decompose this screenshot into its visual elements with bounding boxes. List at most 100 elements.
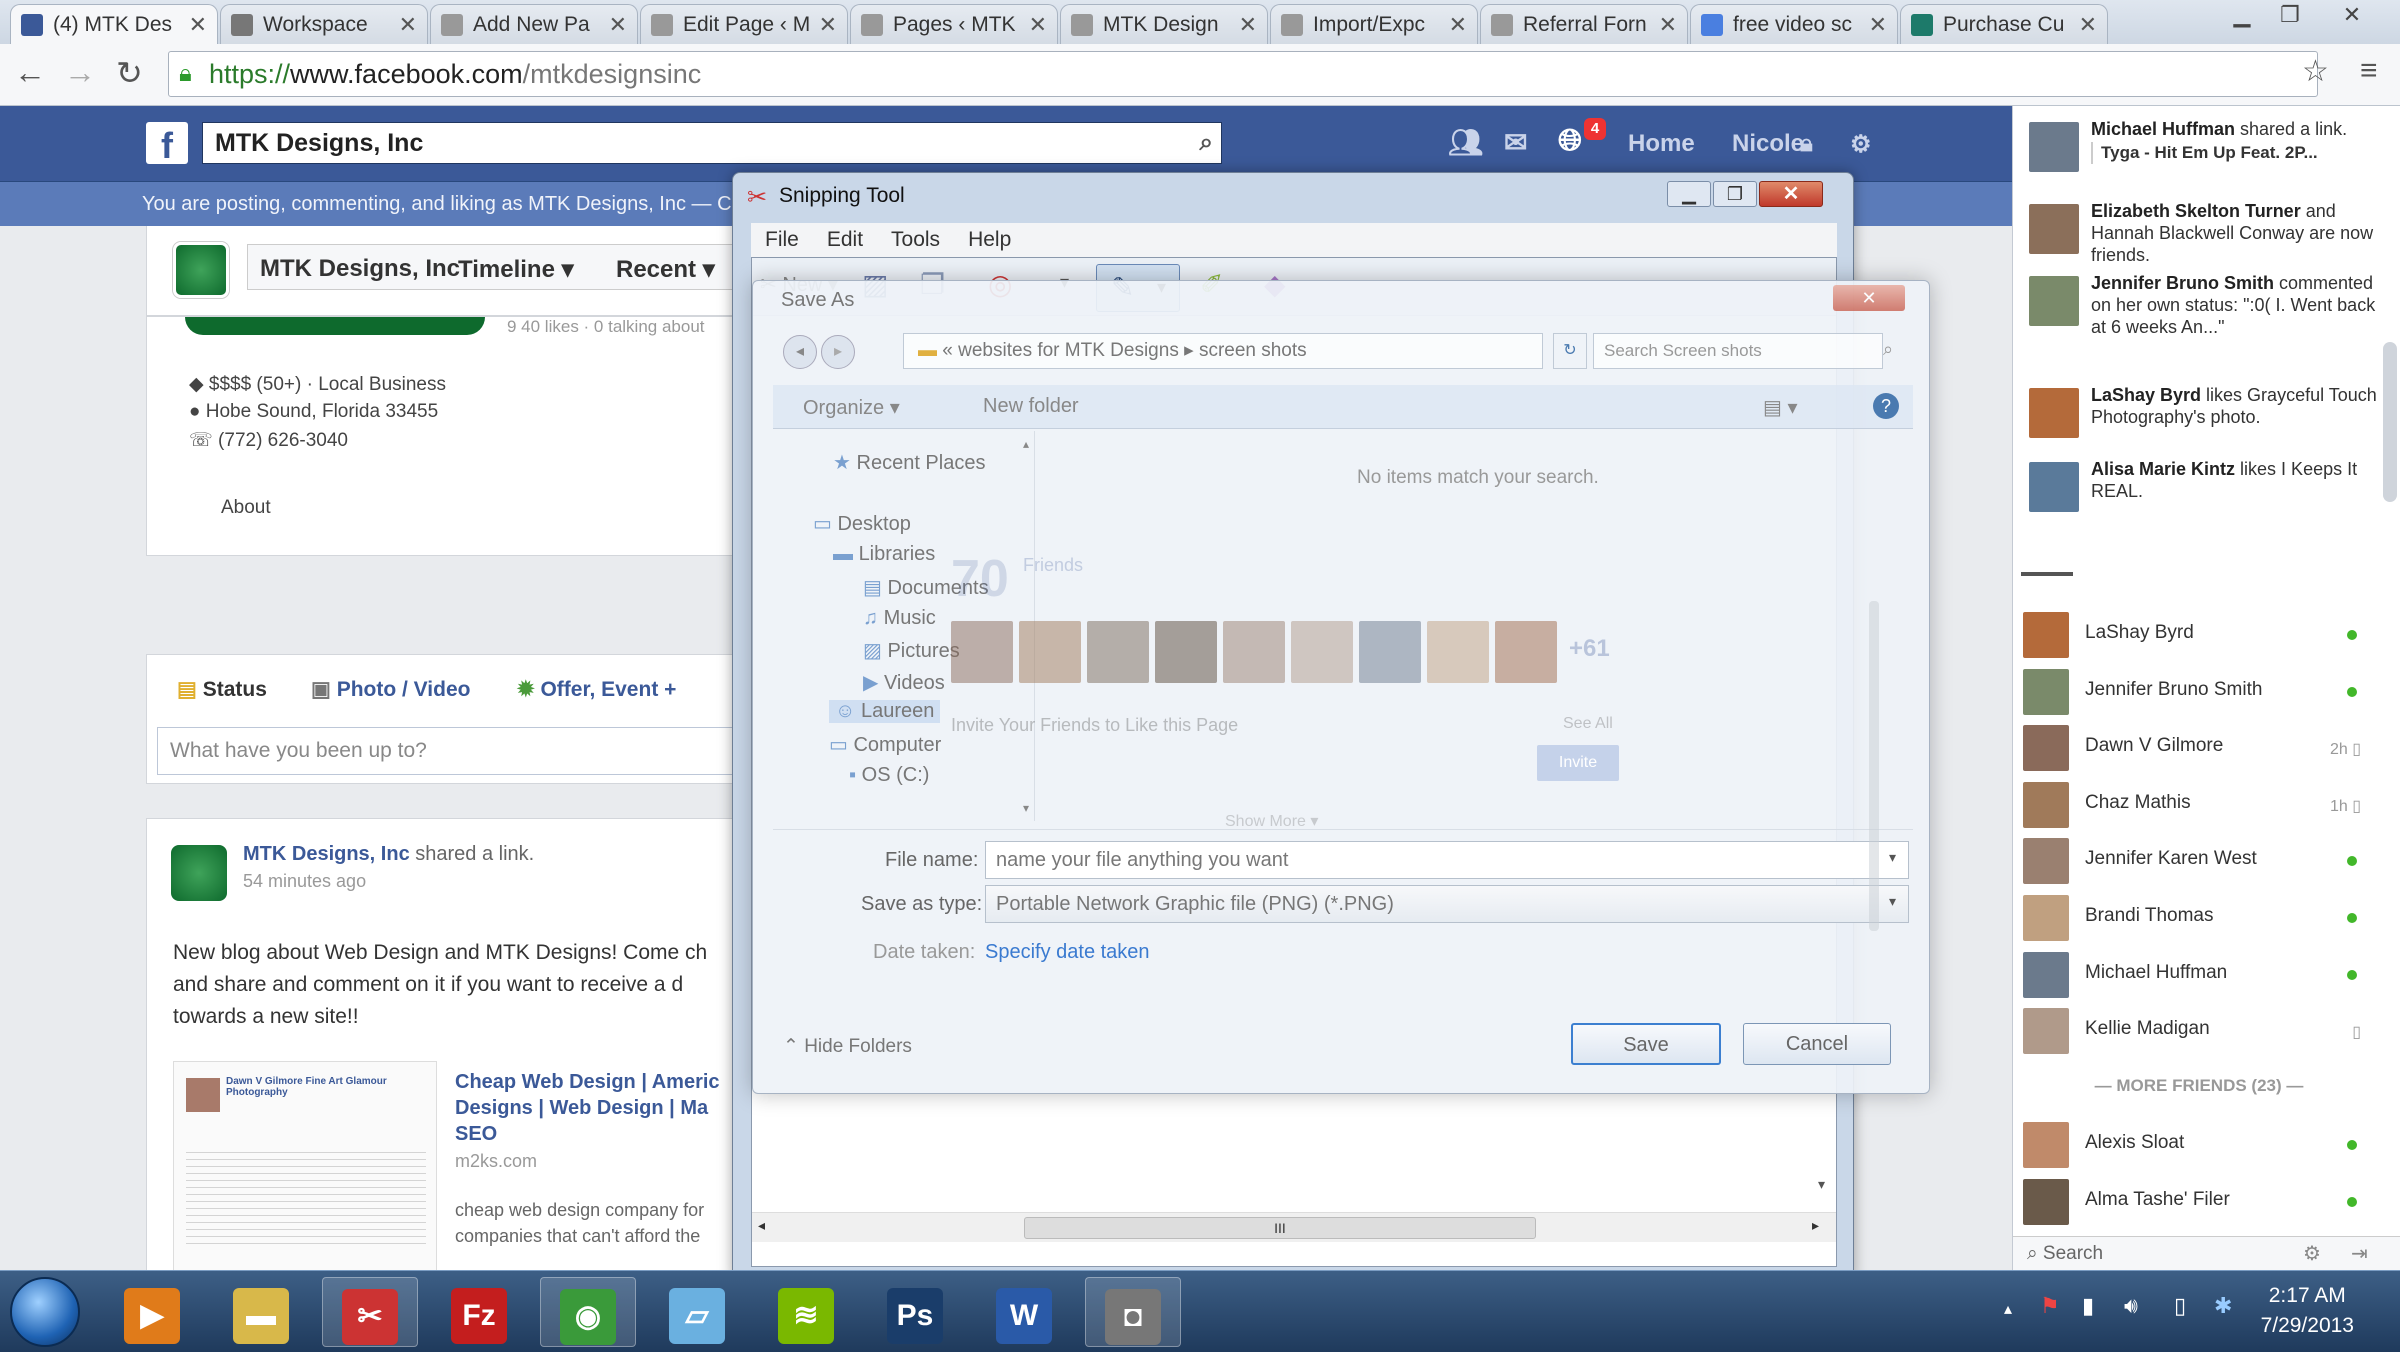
dialog-forward-button[interactable]: ▸ bbox=[821, 335, 855, 369]
link-title[interactable]: Cheap Web Design | Americ Designs | Web … bbox=[455, 1069, 745, 1147]
browser-tab[interactable]: (4) MTK Des ✕ bbox=[10, 4, 218, 44]
spotify-icon[interactable]: ≋ bbox=[758, 1277, 854, 1347]
bookmark-star-icon[interactable]: ☆ bbox=[2302, 54, 2329, 89]
post-author-link[interactable]: MTK Designs, Inc bbox=[243, 843, 410, 865]
post-author-avatar[interactable] bbox=[171, 845, 227, 901]
tree-item-pictures[interactable]: ▨ Pictures bbox=[863, 638, 960, 663]
browser-tab[interactable]: Purchase Cu ✕ bbox=[1900, 4, 2108, 44]
action-center-flag-icon[interactable]: ⚑ bbox=[2040, 1293, 2060, 1319]
browser-tab[interactable]: Import/Expc ✕ bbox=[1270, 4, 1478, 44]
search-icon[interactable]: ⌕ bbox=[1200, 123, 1213, 163]
help-icon[interactable]: ? bbox=[1873, 393, 1899, 419]
chat-search-input[interactable]: ⌕ Search bbox=[2027, 1243, 2103, 1265]
photoshop-icon[interactable]: Ps bbox=[867, 1277, 963, 1347]
tree-scroll-down-icon[interactable]: ▾ bbox=[1023, 801, 1029, 815]
post-time[interactable]: 54 minutes ago bbox=[243, 871, 366, 892]
chat-friend[interactable]: Chaz Mathis 1h ▯ bbox=[2013, 776, 2373, 832]
bluetooth-icon[interactable]: ✱ bbox=[2214, 1293, 2232, 1319]
file-name-dropdown-icon[interactable]: ▾ bbox=[1889, 849, 1896, 866]
browser-tab[interactable]: Workspace ✕ bbox=[220, 4, 428, 44]
menu-tools[interactable]: Tools bbox=[891, 228, 940, 251]
filezilla-icon[interactable]: Fz bbox=[431, 1277, 527, 1347]
dialog-close-button[interactable]: ✕ bbox=[1833, 285, 1905, 311]
chat-friend[interactable]: Alma Tashe' Filer bbox=[2013, 1173, 2373, 1229]
network-icon[interactable]: ▮ bbox=[2082, 1293, 2094, 1319]
chat-friend[interactable]: Brandi Thomas bbox=[2013, 889, 2373, 945]
date-taken-link[interactable]: Specify date taken bbox=[985, 941, 1150, 964]
link-thumbnail[interactable]: Dawn V Gilmore Fine Art Glamour Photogra… bbox=[173, 1061, 437, 1271]
ticker-name[interactable]: Alisa Marie Kintz bbox=[2091, 459, 2235, 479]
ticker-avatar[interactable] bbox=[2029, 462, 2079, 512]
browser-tab[interactable]: Pages ‹ MTK ✕ bbox=[850, 4, 1058, 44]
recent-dropdown[interactable]: Recent ▾ bbox=[616, 255, 715, 284]
path-segment-websites[interactable]: websites for MTK Designs bbox=[958, 340, 1179, 361]
messages-icon[interactable]: ✉ bbox=[1504, 126, 1527, 159]
settings-gear-icon[interactable]: ⚙ bbox=[1850, 130, 1872, 159]
chat-friend[interactable]: Jennifer Bruno Smith bbox=[2013, 663, 2373, 719]
chat-friend[interactable]: Dawn V Gilmore 2h ▯ bbox=[2013, 719, 2373, 775]
page-avatar[interactable] bbox=[173, 242, 229, 298]
ticker-name[interactable]: Elizabeth Skelton Turner bbox=[2091, 201, 2301, 221]
save-button[interactable]: Save bbox=[1571, 1023, 1721, 1065]
close-tab-icon[interactable]: ✕ bbox=[399, 12, 417, 38]
nav-home-link[interactable]: Home bbox=[1628, 130, 1695, 158]
close-tab-icon[interactable]: ✕ bbox=[189, 12, 207, 38]
close-tab-icon[interactable]: ✕ bbox=[1239, 12, 1257, 38]
close-tab-icon[interactable]: ✕ bbox=[819, 12, 837, 38]
chat-friend[interactable]: Michael Huffman bbox=[2013, 946, 2373, 1002]
save-type-dropdown-icon[interactable]: ▾ bbox=[1889, 893, 1896, 910]
tree-scroll-up-icon[interactable]: ▴ bbox=[1023, 437, 1029, 451]
start-button[interactable] bbox=[10, 1277, 80, 1347]
maximize-window-button[interactable]: ❐ bbox=[2268, 2, 2312, 28]
status-tab[interactable]: ▤ Status bbox=[177, 677, 267, 702]
scroll-left-arrow-icon[interactable]: ◂ bbox=[758, 1217, 765, 1234]
close-tab-icon[interactable]: ✕ bbox=[1659, 12, 1677, 38]
menu-icon[interactable]: ≡ bbox=[2360, 54, 2378, 88]
offer-event-tab[interactable]: ✹ Offer, Event + bbox=[517, 677, 676, 702]
browser-tab[interactable]: free video sc ✕ bbox=[1690, 4, 1898, 44]
dialog-search-input[interactable]: Search Screen shots bbox=[1593, 333, 1883, 369]
tree-item-computer[interactable]: ▭ Computer bbox=[829, 732, 941, 757]
explorer-icon[interactable]: ▬ bbox=[213, 1277, 309, 1347]
browser-tab[interactable]: Add New Pa ✕ bbox=[430, 4, 638, 44]
browser-tab[interactable]: Edit Page ‹ M ✕ bbox=[640, 4, 848, 44]
ticker-name[interactable]: LaShay Byrd bbox=[2091, 385, 2201, 405]
dialog-back-button[interactable]: ◂ bbox=[783, 335, 817, 369]
browser-tab[interactable]: Referral Forn ✕ bbox=[1480, 4, 1688, 44]
close-tab-icon[interactable]: ✕ bbox=[1449, 12, 1467, 38]
back-arrow-icon[interactable]: ← bbox=[14, 54, 46, 91]
word-icon[interactable]: W bbox=[976, 1277, 1072, 1347]
close-tab-icon[interactable]: ✕ bbox=[609, 12, 627, 38]
refresh-path-button[interactable]: ↻ bbox=[1553, 333, 1587, 369]
hide-folders-toggle[interactable]: ⌃ Hide Folders bbox=[783, 1035, 912, 1058]
show-hidden-icons-icon[interactable]: ▴ bbox=[2004, 1299, 2012, 1319]
forward-arrow-icon[interactable]: → bbox=[64, 54, 96, 91]
snipping-tool-icon[interactable]: ✂ bbox=[322, 1277, 418, 1347]
scroll-right-arrow-icon[interactable]: ▸ bbox=[1812, 1217, 1819, 1234]
ticker-resize-handle[interactable] bbox=[2021, 572, 2073, 576]
snip-minimize-button[interactable]: ▁ bbox=[1667, 181, 1711, 207]
chat-options-gear-icon[interactable]: ⚙ bbox=[2303, 1241, 2321, 1266]
menu-help[interactable]: Help bbox=[968, 228, 1011, 251]
media-player-icon[interactable]: ▶ bbox=[104, 1277, 200, 1347]
organize-menu[interactable]: Organize ▾ bbox=[803, 395, 900, 420]
close-tab-icon[interactable]: ✕ bbox=[1029, 12, 1047, 38]
chrome-icon[interactable]: ◉ bbox=[540, 1277, 636, 1347]
tree-item-os-c[interactable]: ▪ OS (C:) bbox=[849, 764, 929, 787]
timeline-dropdown[interactable]: Timeline ▾ bbox=[458, 255, 574, 284]
path-breadcrumb[interactable]: ▬ « websites for MTK Designs ▸ screen sh… bbox=[903, 333, 1543, 369]
ticker-avatar[interactable] bbox=[2029, 276, 2079, 326]
about-link[interactable]: About bbox=[221, 497, 271, 519]
save-type-select[interactable]: Portable Network Graphic file (PNG) (*.P… bbox=[985, 885, 1909, 923]
volume-icon[interactable]: 🔊︎ bbox=[2124, 1293, 2138, 1319]
chat-friend[interactable]: LaShay Byrd bbox=[2013, 606, 2373, 662]
ticker-avatar[interactable] bbox=[2029, 204, 2079, 254]
friend-requests-icon[interactable]: 👥︎ bbox=[1448, 126, 1484, 159]
scroll-thumb[interactable]: III bbox=[1024, 1217, 1536, 1239]
photo-video-tab[interactable]: ▣ Photo / Video bbox=[311, 677, 470, 702]
search-input[interactable]: MTK Designs, Inc ⌕ bbox=[202, 122, 1222, 164]
minimize-window-button[interactable]: ▁ bbox=[2220, 2, 2264, 28]
tree-item-recent-places[interactable]: ★ Recent Places bbox=[833, 450, 985, 475]
new-folder-button[interactable]: New folder bbox=[983, 395, 1079, 418]
hide-sidebar-icon[interactable]: ⇥ bbox=[2351, 1241, 2368, 1266]
